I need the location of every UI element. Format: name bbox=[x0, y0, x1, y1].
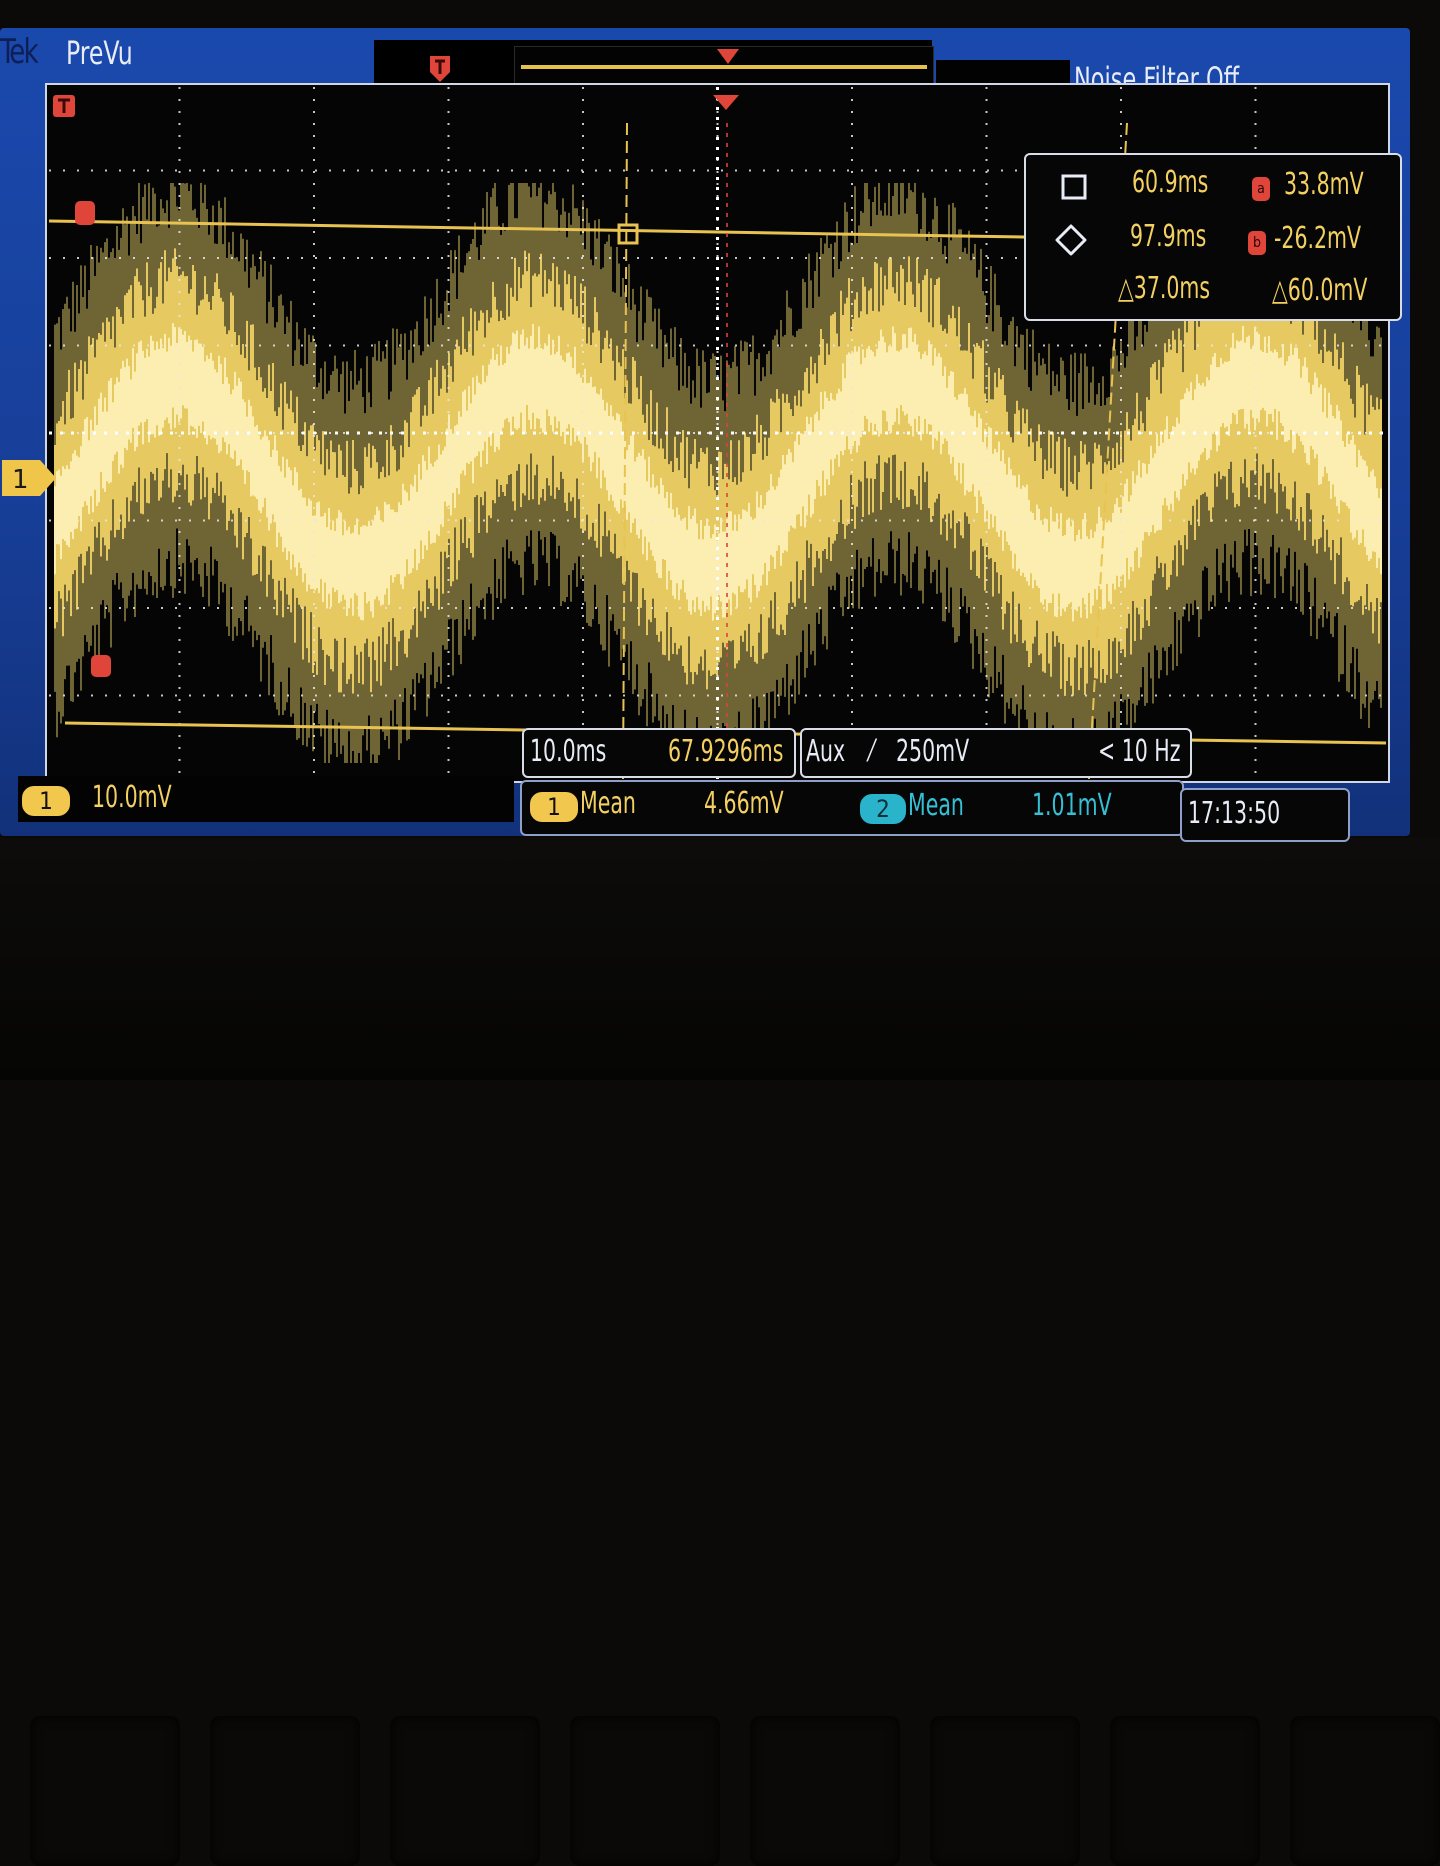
trigger-position-icon bbox=[717, 49, 739, 64]
cursor-b-ref-icon: b bbox=[1248, 231, 1266, 255]
panel-button[interactable] bbox=[930, 1716, 1080, 1866]
horizontal-position: 67.9296ms bbox=[668, 734, 784, 769]
trigger-position-icon bbox=[713, 95, 739, 110]
panel-button[interactable] bbox=[570, 1716, 720, 1866]
cursor-b-voltage: -26.2mV bbox=[1274, 221, 1362, 256]
cursor-b-time: 97.9ms bbox=[1130, 219, 1207, 254]
ch1-badge: 1 bbox=[22, 786, 70, 816]
meas2-label: Mean bbox=[908, 788, 964, 823]
trigger-t-icon bbox=[53, 95, 75, 117]
trigger-level: 250mV bbox=[896, 734, 970, 769]
trigger-source: Aux bbox=[806, 734, 846, 769]
meas1-value: 4.66mV bbox=[704, 786, 784, 821]
panel-button[interactable] bbox=[1290, 1716, 1440, 1866]
ch2-badge: 2 bbox=[860, 794, 906, 824]
ch1-scale-value: 10.0mV bbox=[92, 780, 172, 815]
cursor-a-time: 60.9ms bbox=[1132, 165, 1209, 200]
brand-logo: Tek bbox=[0, 32, 39, 72]
clock-time: 17:13:50 bbox=[1188, 796, 1281, 831]
trigger-t-icon bbox=[430, 56, 450, 82]
circle-icon bbox=[1055, 224, 1087, 256]
cursor-delta-voltage: △60.0mV bbox=[1272, 273, 1368, 308]
horizontal-readout[interactable]: 10.0ms 67.9296ms bbox=[522, 728, 796, 778]
panel-button[interactable] bbox=[1110, 1716, 1260, 1866]
ch1-ground-marker[interactable]: 1 bbox=[0, 458, 58, 498]
cursor-delta-time: △37.0ms bbox=[1118, 271, 1211, 306]
cursor-readout-box[interactable]: 60.9ms 97.9ms △37.0ms a b 33.8mV -26.2mV… bbox=[1024, 153, 1402, 321]
scope-screen: Tek PreVu Noise Filter Off 1 60.9ms 97.9… bbox=[0, 28, 1410, 842]
clock-readout: 17:13:50 bbox=[1180, 788, 1350, 842]
horizontal-scale: 10.0ms bbox=[530, 734, 607, 769]
square-icon bbox=[1061, 174, 1087, 200]
meas2-value: 1.01mV bbox=[1032, 788, 1112, 823]
panel-button[interactable] bbox=[750, 1716, 900, 1866]
cursor-a-ref-icon: a bbox=[1252, 177, 1270, 201]
cursor-b-ref-icon bbox=[91, 655, 111, 677]
front-panel-bezel bbox=[0, 838, 1440, 1866]
trigger-readout[interactable]: Aux ⁄ 250mV < 10 Hz bbox=[800, 728, 1192, 778]
panel-button[interactable] bbox=[390, 1716, 540, 1866]
ch1-badge: 1 bbox=[530, 792, 578, 822]
cursor-a-ref-icon bbox=[75, 201, 95, 225]
panel-button[interactable] bbox=[210, 1716, 360, 1866]
panel-button[interactable] bbox=[30, 1716, 180, 1866]
meas1-label: Mean bbox=[580, 786, 636, 821]
cursor-a-voltage: 33.8mV bbox=[1284, 167, 1364, 202]
measurement-readout[interactable]: 1 Mean 4.66mV 2 Mean 1.01mV bbox=[520, 780, 1184, 836]
trigger-slope-icon: ⁄ bbox=[870, 734, 874, 769]
acquisition-mode-label: PreVu bbox=[66, 34, 133, 72]
trigger-frequency: < 10 Hz bbox=[1098, 734, 1181, 769]
ch1-scale-readout[interactable]: 1 10.0mV bbox=[18, 776, 514, 822]
ch1-marker-label: 1 bbox=[12, 465, 29, 495]
